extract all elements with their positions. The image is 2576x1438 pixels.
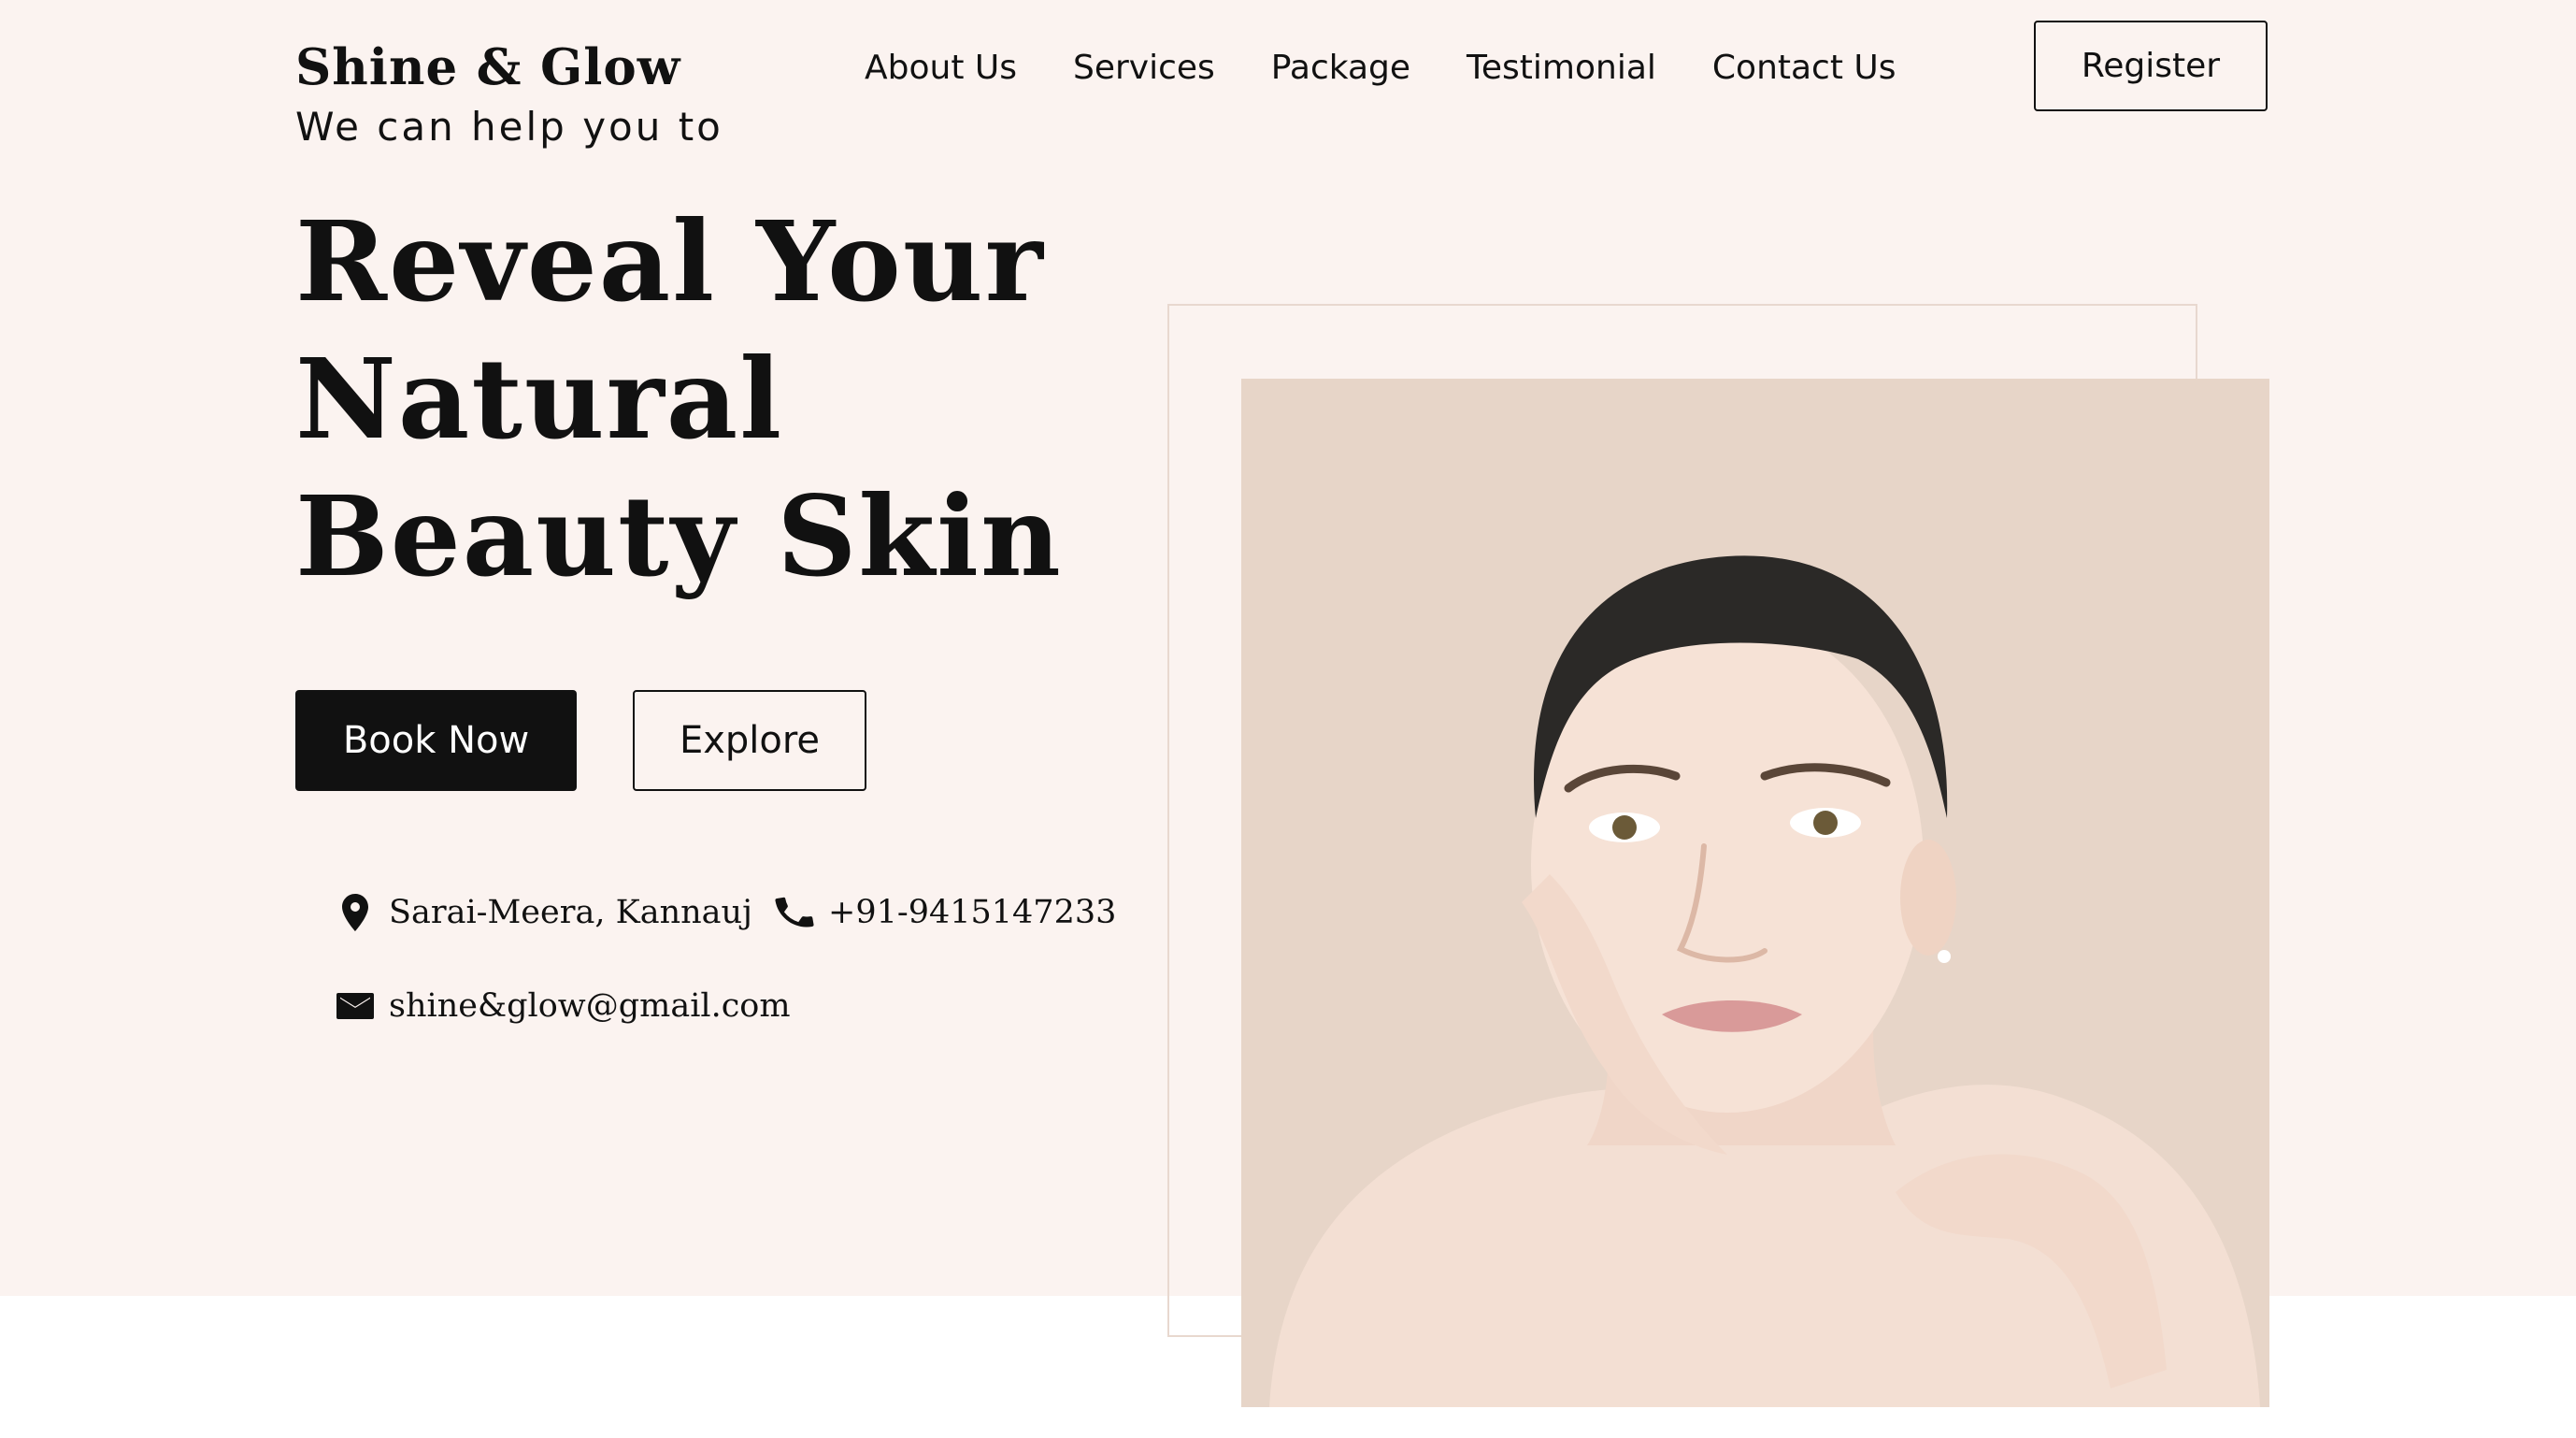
nav-testimonial[interactable]: Testimonial	[1467, 49, 1656, 87]
brand[interactable]: Shine & Glow We can help you to	[295, 34, 723, 153]
nav-about-us[interactable]: About Us	[865, 49, 1017, 87]
hero-headline: Reveal Your Natural Beauty Skin	[295, 193, 1063, 605]
envelope-icon	[336, 993, 374, 1019]
nav-package[interactable]: Package	[1271, 49, 1410, 87]
register-button[interactable]: Register	[2034, 21, 2268, 111]
headline-line-2: Natural	[295, 334, 784, 464]
brand-name: Shine & Glow	[295, 38, 681, 96]
phone-item: +91-9415147233	[772, 890, 1116, 935]
model-portrait	[1269, 555, 2260, 1407]
headline-line-3: Beauty Skin	[295, 471, 1063, 601]
phone-icon	[775, 897, 814, 928]
address-text: Sarai-Meera, Kannauj	[389, 894, 752, 931]
address-item: Sarai-Meera, Kannauj	[333, 890, 752, 935]
main-nav: About Us Services Package Testimonial Co…	[865, 41, 1896, 93]
nav-contact-us[interactable]: Contact Us	[1712, 49, 1896, 87]
book-now-button[interactable]: Book Now	[295, 690, 577, 791]
email-item: shine&glow@gmail.com	[333, 984, 791, 1028]
email-text[interactable]: shine&glow@gmail.com	[389, 987, 791, 1025]
nav-services[interactable]: Services	[1073, 49, 1215, 87]
phone-text[interactable]: +91-9415147233	[828, 894, 1116, 931]
map-pin-icon	[342, 894, 368, 931]
hero-model-image	[1241, 379, 2269, 1407]
explore-button[interactable]: Explore	[633, 690, 866, 791]
headline-line-1: Reveal Your	[295, 196, 1045, 326]
brand-tagline: We can help you to	[295, 104, 723, 150]
